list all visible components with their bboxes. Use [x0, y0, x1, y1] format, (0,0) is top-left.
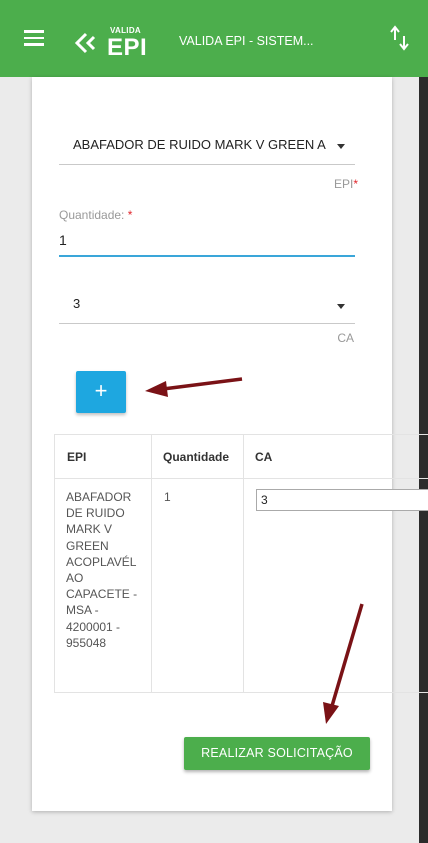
epi-line: DE RUIDO — [66, 506, 125, 521]
app-bar: VALIDA EPI VALIDA EPI - SISTEM... — [0, 0, 428, 77]
table-divider — [55, 478, 428, 479]
table-header-ca: CA — [255, 450, 273, 464]
epi-label-text: EPI — [333, 177, 354, 191]
table-cell-quantity: 1 — [164, 490, 171, 504]
epi-line: 4200001 - — [66, 619, 121, 634]
epi-line: ABAFADOR — [66, 490, 132, 504]
epi-line: MARK V — [66, 522, 113, 537]
app-logo: VALIDA EPI — [74, 22, 154, 62]
ca-select-value: 3 — [73, 296, 81, 311]
realizar-solicitacao-button[interactable]: REALIZAR SOLICITAÇÃO — [184, 737, 370, 770]
add-item-button[interactable]: + — [76, 371, 126, 413]
menu-icon[interactable] — [24, 30, 44, 46]
valida-logo-icon — [74, 32, 96, 54]
logo-big-text: EPI — [107, 34, 148, 61]
quantity-label-text: Quantidade: — [59, 208, 125, 222]
epi-select-value: ABAFADOR DE RUIDO MARK V GREEN A — [73, 137, 326, 152]
epi-line: MSA - — [66, 603, 99, 618]
ca-select[interactable]: 3 — [59, 282, 355, 324]
request-form-card: ABAFADOR DE RUIDO MARK V GREEN A EPI* Qu… — [32, 77, 428, 811]
table-cell-epi: ABAFADOR DE RUIDO MARK V GREEN ACOPLAVÉL… — [66, 489, 151, 651]
epi-select[interactable]: ABAFADOR DE RUIDO MARK V GREEN A — [59, 127, 355, 165]
epi-line: 955048 — [66, 635, 107, 650]
epi-field-label: EPI* — [334, 177, 358, 191]
chevron-down-icon — [337, 304, 345, 309]
epi-line: ACOPLAVÉL — [66, 554, 137, 569]
epi-line: GREEN — [66, 538, 109, 553]
sort-icon[interactable] — [388, 24, 412, 54]
table-header-epi: EPI — [67, 450, 87, 464]
epi-line: CAPACETE - — [66, 587, 138, 602]
quantity-input[interactable] — [59, 225, 355, 257]
table-ca-input[interactable] — [256, 489, 428, 511]
required-mark: * — [353, 177, 358, 191]
app-title: VALIDA EPI - SISTEM... — [179, 34, 314, 48]
items-table: EPI Quantidade CA ABAFADOR DE RUIDO MARK… — [54, 434, 428, 693]
plus-icon: + — [94, 378, 108, 403]
epi-line: AO — [66, 571, 84, 586]
table-header-quantidade: Quantidade — [163, 450, 230, 464]
ca-field-label: CA — [337, 331, 354, 345]
required-mark: * — [127, 208, 133, 222]
quantity-field-label: Quantidade: * — [59, 208, 132, 222]
table-column-divider — [243, 435, 244, 692]
chevron-down-icon — [337, 144, 345, 149]
table-column-divider — [151, 435, 152, 692]
